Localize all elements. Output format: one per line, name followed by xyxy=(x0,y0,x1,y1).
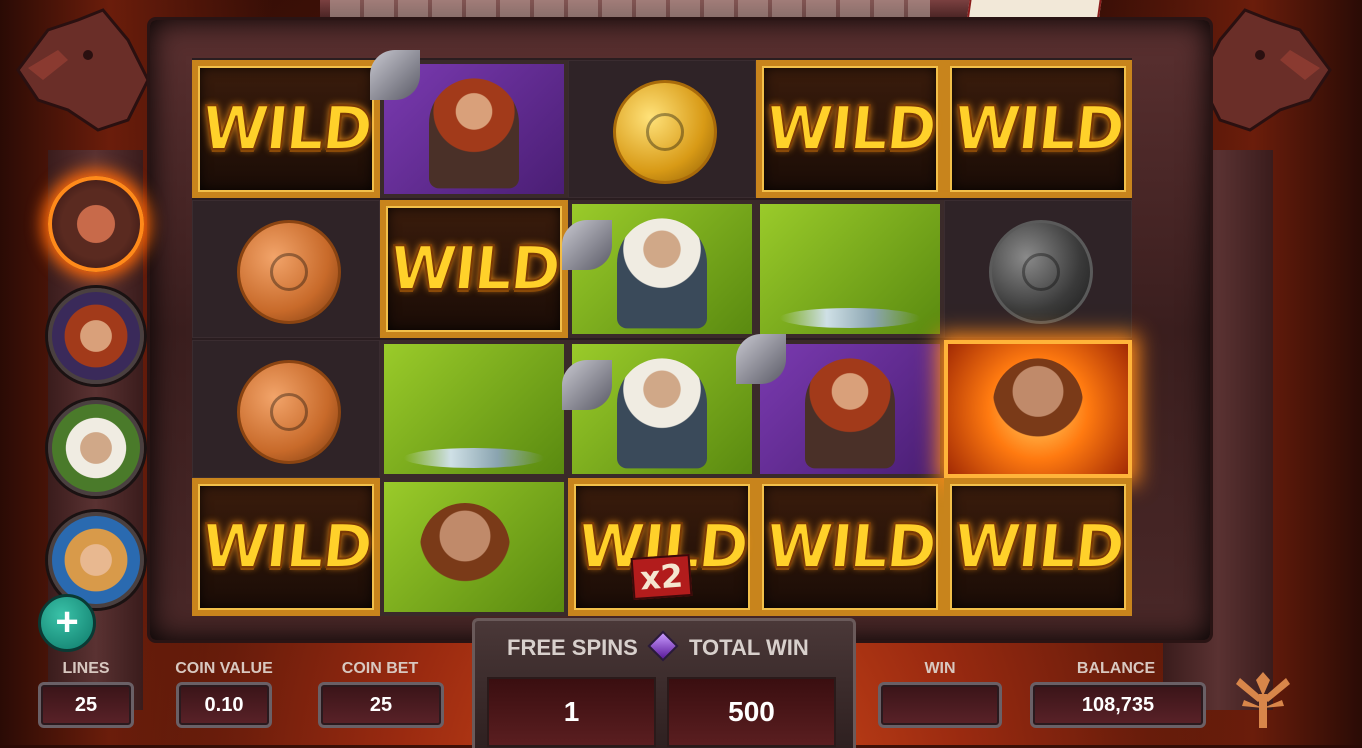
wild-symbol: WILD xyxy=(192,60,380,198)
bronze-coin-icon xyxy=(237,360,341,464)
warrior-symbol-fist-fire xyxy=(944,340,1132,478)
red-beard-warrior-icon xyxy=(429,78,519,189)
dragon-head-right-icon xyxy=(1198,8,1332,132)
silver-coin-icon xyxy=(989,220,1093,324)
rider-warrior-icon xyxy=(420,503,510,613)
wild-symbol: WILD xyxy=(192,478,380,616)
bronze-coin-icon xyxy=(237,220,341,324)
warrior-symbol-red-beard xyxy=(370,50,568,198)
axe-icon xyxy=(562,220,612,270)
lines-label: LINES xyxy=(62,660,110,677)
warrior-symbol-white-beard xyxy=(562,200,756,338)
wild-symbol: WILD xyxy=(756,60,944,198)
game-logo-title xyxy=(330,0,930,18)
warrior-symbol-white-beard xyxy=(562,340,756,478)
balance-value: 108,735 xyxy=(1030,682,1206,728)
coin-symbol xyxy=(568,60,756,198)
win-label: WIN xyxy=(924,660,956,677)
coin-symbol xyxy=(192,200,380,338)
white-beard-warrior-icon xyxy=(617,218,707,329)
wild-symbol: WILD xyxy=(944,478,1132,616)
coin-bet-value[interactable]: 25 xyxy=(318,682,444,728)
axe-icon xyxy=(562,360,612,410)
axe-icon xyxy=(736,334,786,384)
white-beard-warrior-icon xyxy=(617,358,707,469)
warrior-symbol-rider xyxy=(380,478,568,616)
free-spins-panel: FREE SPINS TOTAL WIN 1 500 xyxy=(472,618,856,748)
gold-coin-icon xyxy=(613,80,717,184)
warrior-symbol-splash xyxy=(756,200,944,338)
logo-badge xyxy=(966,0,1102,22)
balance-label: BALANCE xyxy=(1076,660,1156,677)
dragon-head-left-icon xyxy=(16,8,150,132)
coin-symbol xyxy=(192,340,380,478)
wild-symbol: WILD xyxy=(944,60,1132,198)
coin-symbol xyxy=(944,200,1132,338)
warrior-symbol-splash xyxy=(380,340,568,478)
lines-value[interactable]: 25 xyxy=(38,682,134,728)
total-win-label: TOTAL WIN xyxy=(689,635,809,660)
wild-multiplier-symbol: WILD x2 xyxy=(568,478,756,616)
multiplier-badge: x2 xyxy=(630,553,693,601)
free-spins-label: FREE SPINS xyxy=(507,635,638,660)
red-beard-warrior-icon xyxy=(805,358,895,469)
water-splash-icon xyxy=(780,308,920,328)
purple-gem-icon xyxy=(647,630,679,662)
coin-value-value[interactable]: 0.10 xyxy=(176,682,272,728)
plus-button[interactable]: + xyxy=(38,594,96,652)
raised-fist-icon xyxy=(993,358,1083,469)
yggdrasil-logo-icon[interactable] xyxy=(1232,672,1294,728)
portrait-red-beard xyxy=(48,288,144,384)
reel-grid: WILD WILD WILD WILD x2 WILD WILD WILD WI… xyxy=(192,50,1132,616)
wild-symbol: WILD xyxy=(380,200,568,338)
axe-icon xyxy=(370,50,420,100)
total-win-value: 500 xyxy=(667,677,836,747)
coin-value-label: COIN VALUE xyxy=(175,660,273,677)
win-value xyxy=(878,682,1002,728)
water-splash-icon xyxy=(404,448,544,468)
portrait-white-beard xyxy=(48,400,144,496)
portrait-fire-chief xyxy=(48,176,144,272)
coin-bet-label: COIN BET xyxy=(341,660,419,677)
free-spins-value: 1 xyxy=(487,677,656,747)
warrior-symbol-red-beard xyxy=(736,334,944,478)
wild-symbol: WILD xyxy=(756,478,944,616)
